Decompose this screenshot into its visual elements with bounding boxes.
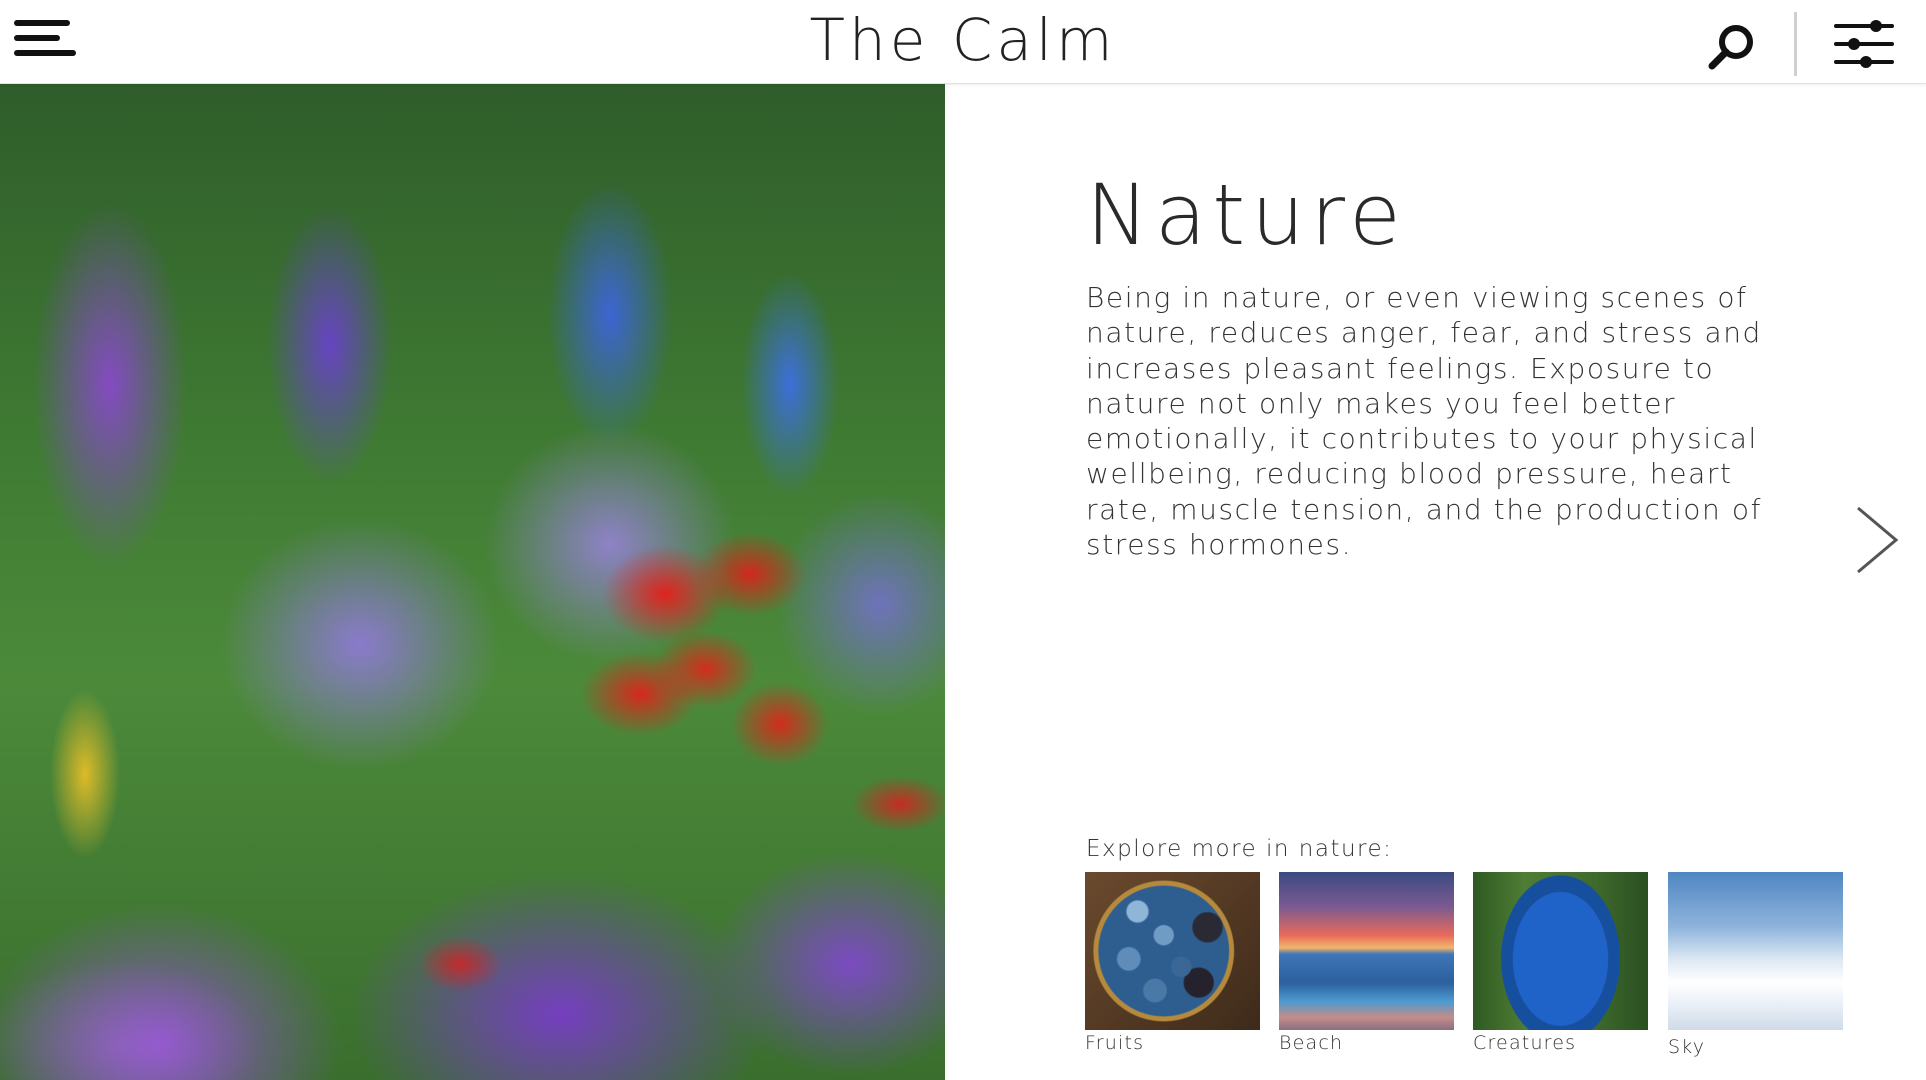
next-button[interactable] bbox=[1848, 500, 1904, 580]
hamburger-menu-button[interactable] bbox=[14, 18, 78, 62]
top-bar: The Calm bbox=[0, 0, 1926, 84]
thumbnail-beach[interactable]: Beach bbox=[1279, 872, 1454, 1062]
hero-flower-image bbox=[0, 84, 945, 1080]
filter-settings-button[interactable] bbox=[1830, 18, 1900, 70]
section-description: Being in nature, or even viewing scenes … bbox=[1086, 281, 1763, 562]
fruits-image bbox=[1085, 872, 1260, 1030]
hero-image-overlay bbox=[0, 84, 945, 1080]
chevron-right-icon bbox=[1857, 506, 1899, 574]
explore-label: Explore more in nature: bbox=[1086, 836, 1393, 862]
thumbnail-label: Beach bbox=[1279, 1032, 1344, 1054]
section-title: Nature bbox=[1086, 166, 1407, 264]
thumbnail-label: Fruits bbox=[1085, 1032, 1145, 1054]
explore-thumbnails: Fruits Beach Creatures Sky bbox=[1085, 872, 1845, 1062]
sliders-filter-icon bbox=[1834, 20, 1894, 68]
hamburger-menu-icon bbox=[14, 20, 76, 56]
thumbnail-label: Sky bbox=[1668, 1036, 1706, 1058]
search-icon bbox=[1708, 25, 1753, 70]
beach-image bbox=[1279, 872, 1454, 1030]
header-divider bbox=[1794, 12, 1797, 76]
thumbnail-label: Creatures bbox=[1473, 1032, 1577, 1054]
thumbnail-creatures[interactable]: Creatures bbox=[1473, 872, 1648, 1062]
thumbnail-sky[interactable]: Sky bbox=[1668, 872, 1843, 1062]
creatures-image bbox=[1473, 872, 1648, 1030]
thumbnail-fruits[interactable]: Fruits bbox=[1085, 872, 1260, 1062]
app-title: The Calm bbox=[809, 6, 1117, 74]
sky-image bbox=[1668, 872, 1843, 1030]
search-button[interactable] bbox=[1706, 20, 1758, 72]
